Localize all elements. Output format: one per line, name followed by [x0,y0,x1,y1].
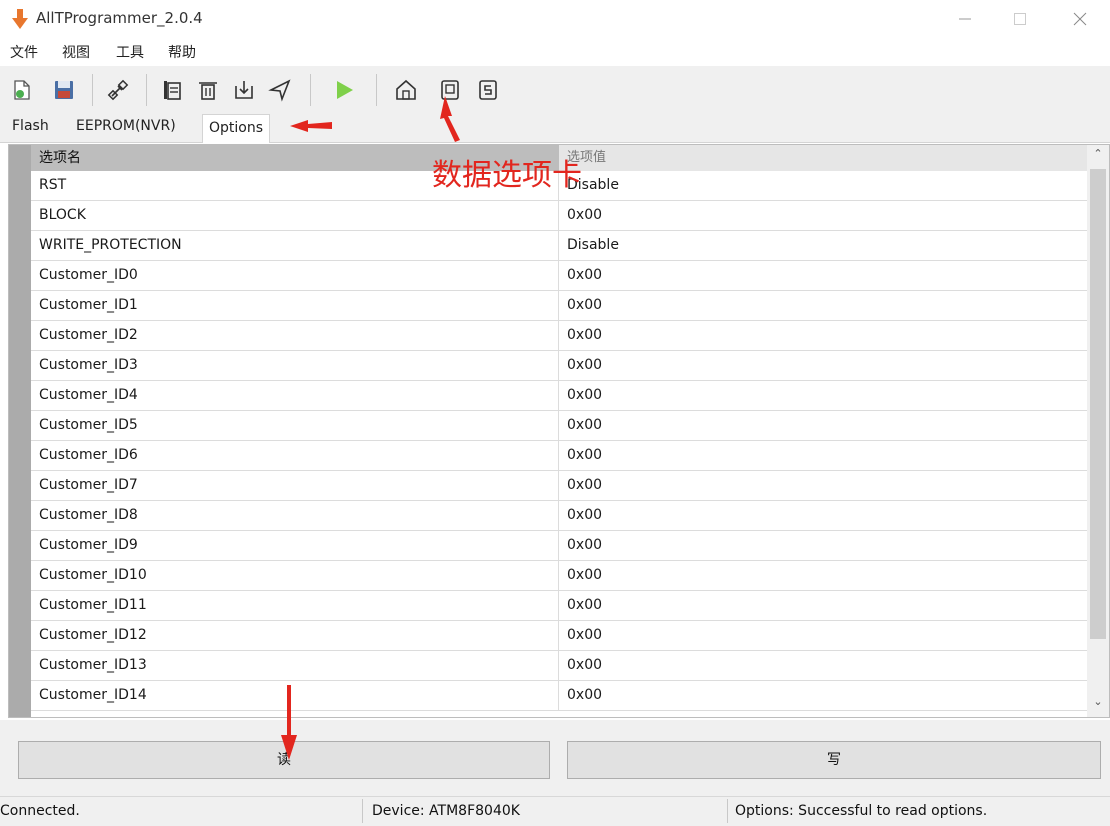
arrow-to-read-button-icon [281,685,297,760]
annotation-arrows [281,96,460,760]
arrow-to-options-tab-icon [290,120,332,132]
arrow-to-data-option-icon [440,96,460,142]
annotation-label: 数据选项卡 [432,158,582,193]
